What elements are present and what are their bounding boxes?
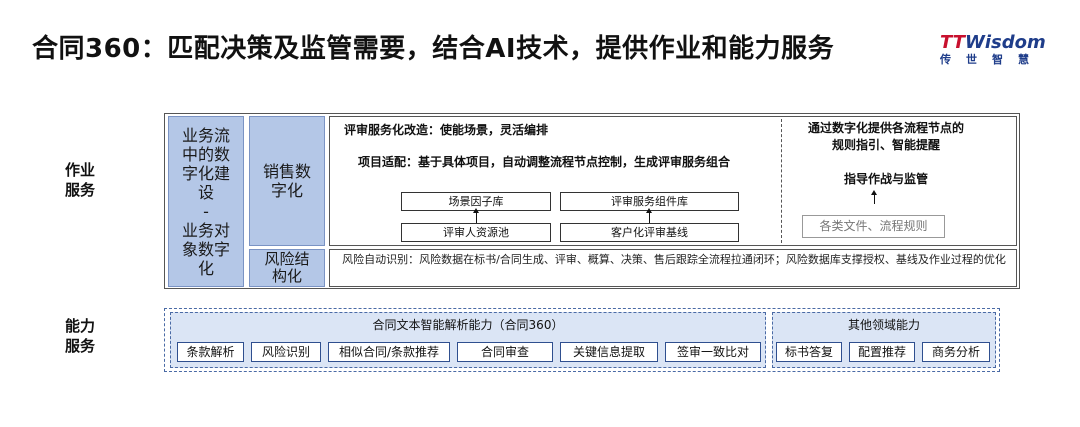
risk-text: 风险自动识别：风险数据在标书/合同生成、评审、概算、决策、售后跟踪全流程拉通闭环… bbox=[342, 253, 1006, 266]
other-domain-title: 其他领域能力 bbox=[847, 318, 920, 332]
up-arrow-icon bbox=[646, 208, 652, 223]
review-line-2: 项目适配：基于具体项目，自动调整流程节点控制，生成评审服务组合 bbox=[358, 155, 731, 169]
key-info-extract-box: 关键信息提取 bbox=[560, 342, 658, 362]
contract-review-box: 合同审查 bbox=[457, 342, 553, 362]
review-line-1: 评审服务化改造：使能场景，灵活编排 bbox=[344, 123, 549, 137]
business-analysis-box: 商务分析 bbox=[922, 342, 990, 362]
ttwisdom-logo: TTWisdom 传世智慧 bbox=[940, 32, 1046, 66]
work-service-label: 作业 服务 bbox=[64, 161, 95, 199]
config-recommend-box: 配置推荐 bbox=[849, 342, 915, 362]
sales-digitization-block: 销售数 字化 bbox=[249, 116, 325, 246]
sign-consistency-box: 签审一致比对 bbox=[665, 342, 761, 362]
up-arrow-icon bbox=[473, 208, 479, 223]
business-digitization-block: 业务流 中的数 字化建 设 - 业务对 象数字 化 bbox=[168, 116, 244, 287]
risk-identification-box: 风险识别 bbox=[251, 342, 321, 362]
guide-line-2: 指导作战与监管 bbox=[843, 172, 928, 186]
up-arrow-icon bbox=[871, 190, 877, 204]
capability-service-label: 能力 服务 bbox=[64, 317, 95, 355]
page-title: 合同360：匹配决策及监管需要，结合AI技术，提供作业和能力服务 bbox=[32, 34, 835, 64]
risk-structuring-block: 风险结 构化 bbox=[249, 249, 325, 287]
reviewer-pool-box: 评审人资源池 bbox=[401, 223, 551, 242]
bid-reply-box: 标书答复 bbox=[776, 342, 842, 362]
similar-contract-box: 相似合同/条款推荐 bbox=[328, 342, 450, 362]
panel-divider bbox=[781, 119, 782, 243]
customer-baseline-box: 客户化评审基线 bbox=[560, 223, 739, 242]
guide-line-1: 通过数字化提供各流程节点的 规则指引、智能提醒 bbox=[807, 121, 964, 152]
documents-rules-box: 各类文件、流程规则 bbox=[802, 215, 945, 238]
contract-parsing-title: 合同文本智能解析能力（合同360） bbox=[372, 318, 564, 332]
clause-parsing-box: 条款解析 bbox=[177, 342, 244, 362]
